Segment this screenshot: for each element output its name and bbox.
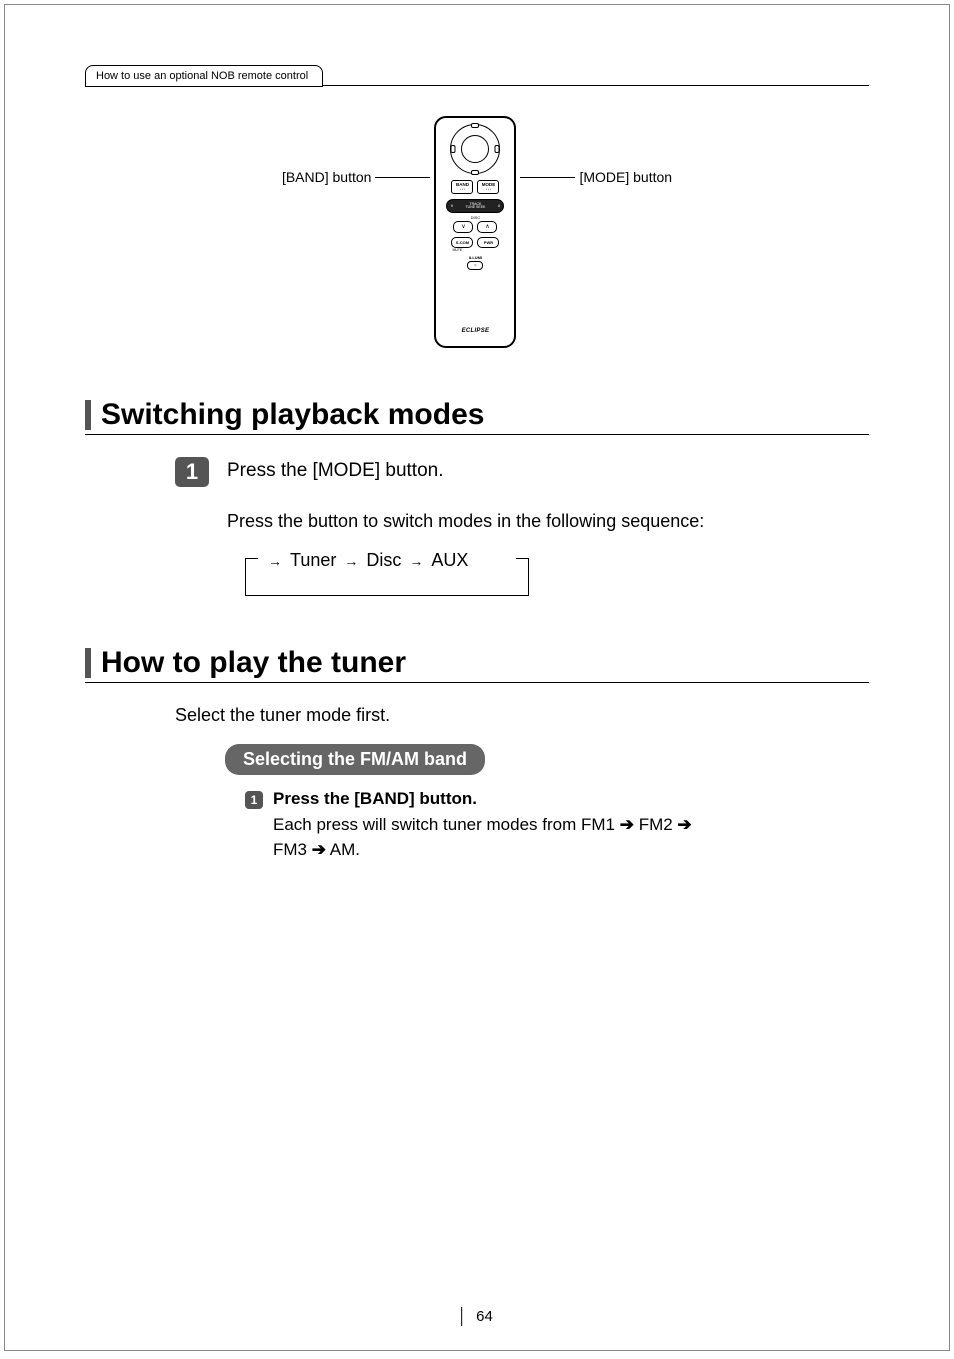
remote-diagram: [BAND] button BAND• • • MODE• • • ∨ TRAC… (85, 116, 869, 348)
subheading-selecting-band: Selecting the FM/AM band (225, 744, 485, 775)
page-number: 64 (461, 1307, 493, 1326)
substep-1-title: Press the [BAND] button. (273, 789, 869, 809)
remote-illustration: BAND• • • MODE• • • ∨ TRACK TUNE SEEK ∧ … (434, 116, 516, 348)
step-number-1: 1 (175, 457, 209, 487)
arrow-icon: ➔ (677, 815, 691, 834)
mode-button-callout: [MODE] button (579, 169, 672, 185)
arrow-icon: ➔ (620, 815, 634, 834)
remote-logo: ECLIPSE (462, 328, 490, 334)
remote-track-pill: ∨ TRACK TUNE SEEK ∧ (446, 199, 504, 213)
remote-dial (450, 124, 500, 174)
breadcrumb-tab: How to use an optional NOB remote contro… (85, 65, 323, 87)
step-1-text: Press the [MODE] button. (227, 457, 443, 482)
callout-line-left (375, 177, 430, 178)
remote-band-button: BAND• • • (451, 180, 473, 194)
remote-disc-down: ∨ (453, 221, 473, 233)
remote-pwr-button: PWR (477, 237, 499, 248)
section-title: How to play the tuner (101, 646, 406, 680)
arrow-icon: → (344, 553, 358, 569)
callout-line-right (520, 177, 575, 178)
substep-number-1: 1 (245, 791, 263, 809)
arrow-icon: → (268, 553, 282, 569)
arrow-icon: ➔ (312, 840, 326, 859)
remote-illumi-label: ILLUMI (467, 256, 483, 260)
substep-1-desc: Each press will switch tuner modes from … (273, 813, 869, 862)
band-button-callout: [BAND] button (282, 169, 372, 185)
mode-sequence-box: → Tuner → Disc → AUX (245, 558, 529, 596)
section-switching-modes: Switching playback modes (85, 398, 869, 435)
remote-mute-label: MUTE (452, 249, 462, 253)
remote-disc-label: DISC (471, 216, 481, 220)
tuner-intro: Select the tuner mode first. (175, 705, 869, 726)
section-title: Switching playback modes (101, 398, 484, 432)
seq-tuner: Tuner (290, 550, 336, 571)
remote-scom-button: S-COM (451, 237, 473, 248)
seq-disc: Disc (366, 550, 401, 571)
section-bar-icon (85, 400, 91, 430)
section-bar-icon (85, 648, 91, 678)
remote-disc-up: ∧ (477, 221, 497, 233)
arrow-icon: → (409, 553, 423, 569)
step-1-body: Press the button to switch modes in the … (227, 511, 829, 532)
remote-illumi-button: ☼ (467, 261, 483, 270)
remote-mode-button: MODE• • • (477, 180, 499, 194)
seq-aux: AUX (431, 550, 468, 571)
section-how-to-play-tuner: How to play the tuner (85, 646, 869, 683)
